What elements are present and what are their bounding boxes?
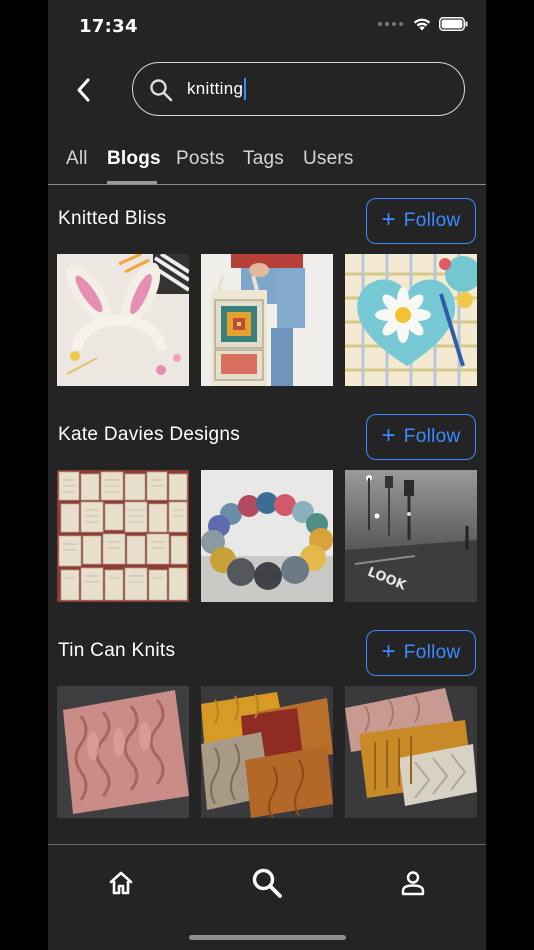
blog-title[interactable]: Tin Can Knits bbox=[58, 640, 175, 662]
back-button[interactable] bbox=[66, 72, 102, 108]
search-input[interactable]: knitting bbox=[187, 76, 247, 102]
post-thumbnail[interactable] bbox=[345, 686, 477, 818]
search-icon bbox=[252, 868, 282, 898]
cellular-signal-icon bbox=[378, 22, 403, 26]
battery-icon bbox=[439, 17, 468, 31]
nav-home-button[interactable] bbox=[101, 863, 141, 903]
post-thumbnail[interactable] bbox=[57, 686, 189, 818]
follow-label: Follow bbox=[403, 426, 461, 447]
follow-button[interactable]: + Follow bbox=[366, 630, 476, 676]
chevron-left-icon bbox=[77, 78, 90, 102]
post-thumbnail[interactable] bbox=[345, 254, 477, 386]
plus-icon: + bbox=[381, 638, 396, 665]
post-thumbnail[interactable]: LOOK bbox=[345, 470, 477, 602]
search-query-text: knitting bbox=[187, 79, 244, 98]
home-icon bbox=[109, 871, 133, 895]
search-category-tabs: All Blogs Posts Tags Users bbox=[48, 138, 486, 185]
app-screen: 17:34 knitting All Blogs Posts Tags User… bbox=[48, 0, 486, 950]
wifi-icon bbox=[413, 18, 431, 31]
blog-title[interactable]: Knitted Bliss bbox=[58, 208, 166, 230]
status-bar: 17:34 bbox=[48, 0, 486, 54]
post-thumbnail[interactable] bbox=[201, 686, 333, 818]
text-cursor bbox=[244, 77, 247, 100]
blog-thumbnails: LOOK bbox=[57, 470, 477, 602]
nav-profile-button[interactable] bbox=[393, 863, 433, 903]
status-icons bbox=[378, 17, 468, 31]
tab-users[interactable]: Users bbox=[303, 148, 354, 170]
tab-tags[interactable]: Tags bbox=[243, 148, 284, 170]
post-thumbnail[interactable] bbox=[201, 470, 333, 602]
tab-blogs[interactable]: Blogs bbox=[107, 148, 161, 170]
plus-icon: + bbox=[381, 206, 396, 233]
tab-posts[interactable]: Posts bbox=[176, 148, 225, 170]
follow-label: Follow bbox=[403, 642, 461, 663]
follow-label: Follow bbox=[403, 210, 461, 231]
search-field[interactable]: knitting bbox=[132, 62, 465, 116]
blog-title[interactable]: Kate Davies Designs bbox=[58, 424, 240, 446]
plus-icon: + bbox=[381, 422, 396, 449]
blog-thumbnails bbox=[57, 254, 477, 386]
profile-icon bbox=[401, 871, 425, 896]
tab-all[interactable]: All bbox=[66, 148, 88, 170]
nav-search-button[interactable] bbox=[247, 863, 287, 903]
home-indicator[interactable] bbox=[189, 935, 346, 940]
blog-thumbnails bbox=[57, 686, 477, 818]
status-time: 17:34 bbox=[79, 16, 138, 37]
follow-button[interactable]: + Follow bbox=[366, 414, 476, 460]
search-icon bbox=[149, 78, 173, 102]
follow-button[interactable]: + Follow bbox=[366, 198, 476, 244]
active-tab-indicator bbox=[107, 181, 157, 184]
post-thumbnail[interactable] bbox=[201, 254, 333, 386]
post-thumbnail[interactable] bbox=[57, 254, 189, 386]
post-thumbnail[interactable] bbox=[57, 470, 189, 602]
